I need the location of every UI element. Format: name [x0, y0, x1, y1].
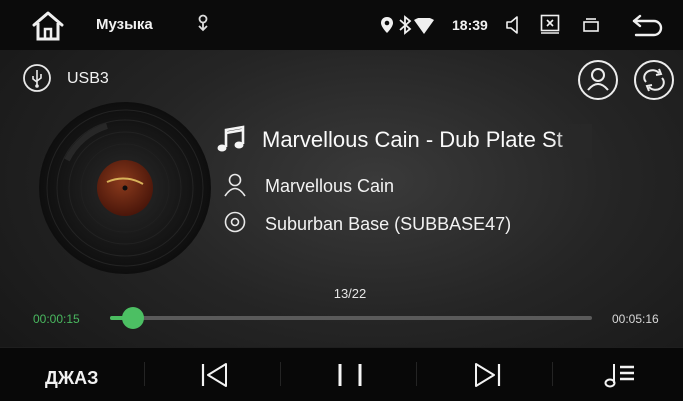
- divider: [280, 362, 281, 386]
- person-icon[interactable]: [577, 59, 619, 101]
- home-icon[interactable]: [30, 10, 66, 42]
- track-title: Marvellous Cain - Dub Plate St: [262, 127, 563, 152]
- divider: [144, 362, 145, 386]
- divider: [416, 362, 417, 386]
- location-icon: [381, 17, 393, 33]
- track-album: Suburban Base (SUBBASE47): [265, 214, 512, 234]
- close-window-icon[interactable]: [540, 14, 560, 34]
- source-label: USB3: [67, 70, 109, 87]
- track-artist: Marvellous Cain: [265, 176, 395, 196]
- usb-icon[interactable]: [22, 63, 52, 93]
- repeat-icon[interactable]: [633, 59, 675, 101]
- bluetooth-icon: [399, 15, 412, 35]
- artist-icon: [224, 173, 246, 197]
- recent-apps-icon[interactable]: [582, 16, 600, 34]
- progress-thumb[interactable]: [122, 307, 145, 329]
- pause-icon[interactable]: [333, 361, 369, 389]
- elapsed-time: 00:00:15: [33, 312, 80, 326]
- vinyl-record-image: [39, 102, 211, 274]
- equalizer-preset-button[interactable]: ДЖАЗ: [45, 368, 98, 389]
- next-icon[interactable]: [470, 361, 506, 389]
- music-player-screen: Музыка 18:39 USB3 Marvellous Cain - Dub …: [0, 0, 683, 401]
- progress-track[interactable]: [110, 316, 592, 320]
- previous-icon[interactable]: [198, 361, 234, 389]
- divider: [552, 362, 553, 386]
- title-fade: [552, 124, 592, 158]
- track-counter: 13/22: [333, 286, 367, 301]
- status-bar: Музыка 18:39: [0, 0, 683, 50]
- clock: 18:39: [452, 17, 488, 33]
- playlist-icon[interactable]: [603, 361, 637, 389]
- volume-icon[interactable]: [504, 14, 524, 36]
- wifi-icon: [414, 18, 434, 34]
- total-time: 00:05:16: [612, 312, 659, 326]
- music-note-icon: [217, 125, 245, 152]
- back-icon[interactable]: [630, 12, 664, 38]
- album-disc-icon: [224, 211, 246, 233]
- usb-icon: [198, 14, 208, 32]
- app-title: Музыка: [96, 16, 153, 33]
